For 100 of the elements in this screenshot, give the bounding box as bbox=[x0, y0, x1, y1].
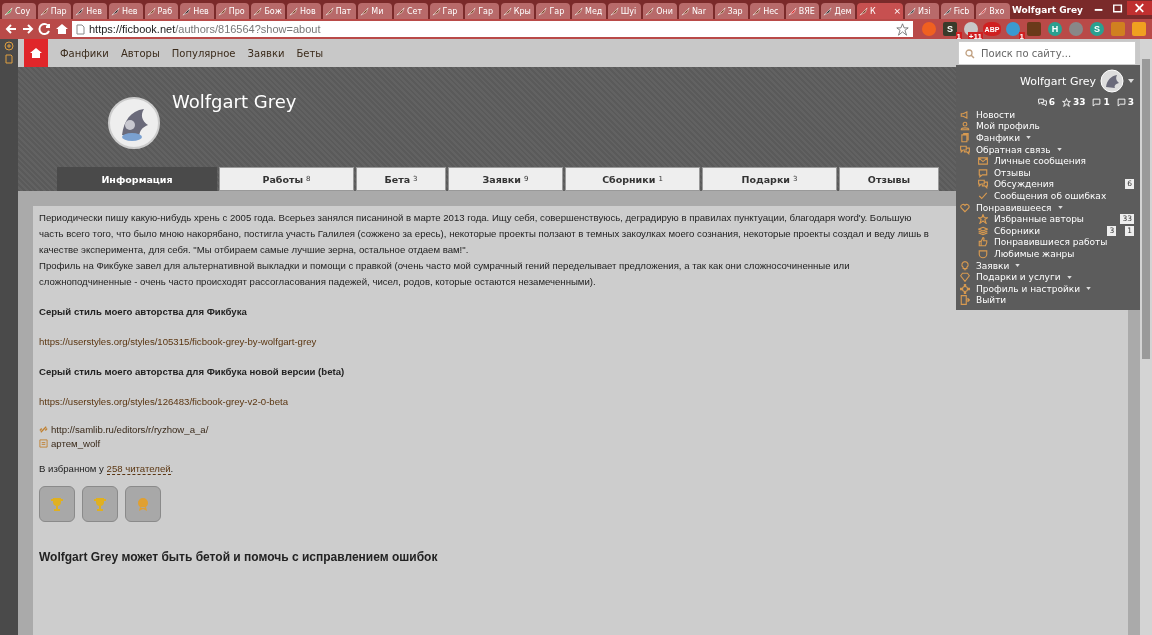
plus-icon[interactable] bbox=[4, 41, 14, 51]
nav-link[interactable]: Беты bbox=[296, 47, 324, 59]
browser-tab[interactable]: Пат bbox=[322, 3, 357, 19]
quill-icon bbox=[253, 6, 263, 16]
menu-item[interactable]: Профиль и настройки bbox=[976, 283, 1081, 294]
scrollbar[interactable] bbox=[1140, 39, 1152, 635]
style-link[interactable]: https://userstyles.org/styles/105315/ficbook-grey-by-wolfgart-grey bbox=[39, 334, 934, 350]
address-bar[interactable]: https://ficbook.net/authors/816564?show=about bbox=[72, 21, 913, 37]
quill-icon bbox=[680, 6, 690, 16]
menu-item[interactable]: Фанфики bbox=[976, 133, 1020, 143]
profile-tab[interactable]: Информация bbox=[57, 167, 217, 191]
nav-link[interactable]: Заявки bbox=[247, 47, 285, 59]
close-icon[interactable] bbox=[1127, 1, 1152, 15]
browser-tab[interactable]: Гар bbox=[429, 3, 464, 19]
profile-tab[interactable]: Отзывы bbox=[839, 167, 939, 191]
browser-tab[interactable]: К × bbox=[857, 3, 904, 19]
style-link[interactable]: https://userstyles.org/styles/126483/ficbook-grey-v2-0-beta bbox=[39, 394, 934, 410]
about-paragraph: Периодически пишу какую-нибудь хрень с 2005 года. Всерьез занялся писаниной в марте 2013 года. Ищу себя, совершенствуюсь, деградирую в правилах пунктуации, благодаря word'у. Большую часть всего того, что было мною накорябано, постигла участь Галилея (сожжено за ересь), некоторые проекты ползают в темных закоулках моего сознания, некоторые проекты создал и веду лишь в качестве эксперимента, для себя. "Мы отбираем самые лучшие зерна, остальное отдаем вам!". Профиль на Фикбуке завел для альтернативной выкладки и помощи с правкой (очень часто мой сумрачный гений переделывает предложения, а так как они сложносочиненные или сложноподчиненные - очень часто происходят рассогласования падежей, чисел, родов, которые остаются незамеченными). bbox=[39, 211, 930, 289]
browser-tab[interactable]: Мед bbox=[572, 3, 606, 19]
bulb-icon bbox=[960, 260, 970, 271]
quill-icon bbox=[859, 6, 868, 16]
megaphone-icon bbox=[960, 109, 970, 120]
menu-item[interactable]: Мой профиль bbox=[976, 121, 1040, 132]
journal-icon bbox=[39, 439, 48, 448]
star-icon[interactable] bbox=[896, 22, 909, 36]
check-icon bbox=[978, 190, 988, 201]
browser-tab[interactable]: Соу bbox=[2, 3, 36, 19]
submenu-item[interactable]: Сборники bbox=[994, 225, 1041, 236]
browser-tab[interactable]: Пар bbox=[37, 3, 72, 19]
browser-tab[interactable]: Ми bbox=[358, 3, 392, 19]
browser-tab[interactable]: Дем bbox=[821, 3, 855, 19]
menu-item[interactable]: Обратная связь bbox=[976, 144, 1051, 155]
back-icon[interactable] bbox=[4, 22, 18, 36]
browser-tab[interactable]: Они bbox=[643, 3, 677, 19]
quill-icon bbox=[360, 6, 370, 16]
menu-item[interactable]: Новости bbox=[976, 109, 1016, 120]
document-icon[interactable] bbox=[4, 54, 14, 64]
section-heading: Серый стиль моего авторства для Фикбука bbox=[39, 305, 248, 319]
submenu-item[interactable]: Отзывы bbox=[994, 167, 1031, 178]
box-icon[interactable] bbox=[1025, 20, 1043, 38]
scrollbar-thumb[interactable] bbox=[1142, 59, 1150, 359]
trophy-icon bbox=[92, 496, 108, 512]
favorites-text: В избранном у 258 читателей. bbox=[39, 463, 174, 475]
browser-tab[interactable]: Нев bbox=[108, 3, 143, 19]
stat-count: 1 bbox=[1103, 97, 1110, 107]
browser-tab[interactable]: Гар bbox=[536, 3, 570, 19]
speech-bubble-icon bbox=[978, 179, 988, 190]
forward-icon[interactable] bbox=[21, 22, 35, 36]
stack-icon bbox=[978, 225, 988, 236]
menu-item[interactable]: Выйти bbox=[976, 295, 1007, 306]
submenu-item[interactable]: Любимые жанры bbox=[994, 248, 1075, 259]
browser-tab[interactable]: Сет bbox=[393, 3, 428, 19]
nav-link[interactable]: Авторы bbox=[120, 47, 160, 59]
readers-link[interactable]: 258 читателей bbox=[106, 463, 171, 475]
quill-icon bbox=[467, 6, 477, 16]
browser-tab[interactable]: Нов bbox=[287, 3, 321, 19]
nav-link[interactable]: Фанфики bbox=[60, 47, 109, 59]
submenu-item[interactable]: Сообщения об ошибках bbox=[994, 190, 1107, 201]
submenu-item[interactable]: Избранные авторы bbox=[994, 214, 1084, 225]
quill-icon bbox=[431, 6, 441, 16]
browser-tab[interactable]: Шуі bbox=[607, 3, 642, 19]
browser-tab[interactable]: Нев bbox=[73, 3, 107, 19]
quill-icon bbox=[538, 6, 548, 16]
browser-tab[interactable]: Вхо bbox=[976, 3, 1010, 19]
browser-tab[interactable]: Зар bbox=[714, 3, 749, 19]
home-button[interactable] bbox=[24, 39, 48, 67]
speech-bubble-icon bbox=[978, 167, 988, 178]
home-icon[interactable] bbox=[55, 22, 69, 36]
speech-bubble-icon bbox=[1037, 97, 1047, 107]
browser-tab[interactable]: Раб bbox=[144, 3, 179, 19]
submenu-item[interactable]: Понравившиеся работы bbox=[994, 237, 1108, 248]
browser-tab[interactable]: Нев bbox=[180, 3, 214, 19]
browser-tab[interactable]: Кры bbox=[500, 3, 535, 19]
contact-link[interactable]: http://samlib.ru/editors/r/ryzhow_a_a/ bbox=[51, 424, 209, 435]
section-heading: Серый стиль моего авторства для Фикбука новой версии (beta) bbox=[39, 365, 346, 379]
browser-tab[interactable]: Гар bbox=[465, 3, 499, 19]
browser-tab[interactable]: Ficb bbox=[940, 3, 975, 19]
contact-link[interactable]: артем_wolf bbox=[51, 438, 101, 449]
browser-tab[interactable]: Нес bbox=[750, 3, 784, 19]
menu-item[interactable]: Понравившееся bbox=[976, 202, 1052, 213]
leaf-icon bbox=[4, 6, 13, 16]
caret-icon[interactable] bbox=[1128, 79, 1134, 83]
quill-icon bbox=[182, 6, 192, 16]
browser-tab[interactable]: ВЯЕ bbox=[785, 3, 820, 19]
browser-tab[interactable]: Изі bbox=[905, 3, 939, 19]
reload-icon[interactable] bbox=[38, 22, 52, 36]
browser-tab[interactable]: Бож bbox=[251, 3, 285, 19]
menu-item[interactable]: Подарки и услуги bbox=[976, 272, 1061, 283]
menu-item[interactable]: Заявки bbox=[976, 260, 1010, 271]
quill-icon bbox=[217, 6, 227, 16]
submenu-item[interactable]: Личные сообщения bbox=[994, 156, 1086, 167]
user-name[interactable]: Wolfgart Grey bbox=[1019, 74, 1096, 88]
quill-icon bbox=[75, 6, 85, 16]
search-field[interactable]: Поиск по сайту... bbox=[958, 41, 1136, 65]
quill-icon bbox=[110, 6, 120, 16]
quill-icon bbox=[752, 6, 762, 16]
browser-tab[interactable]: Про bbox=[215, 3, 250, 19]
browser-tab[interactable]: Nar bbox=[678, 3, 713, 19]
submenu-item[interactable]: Обсуждения bbox=[994, 179, 1054, 190]
nav-link[interactable]: Популярное bbox=[171, 47, 236, 59]
